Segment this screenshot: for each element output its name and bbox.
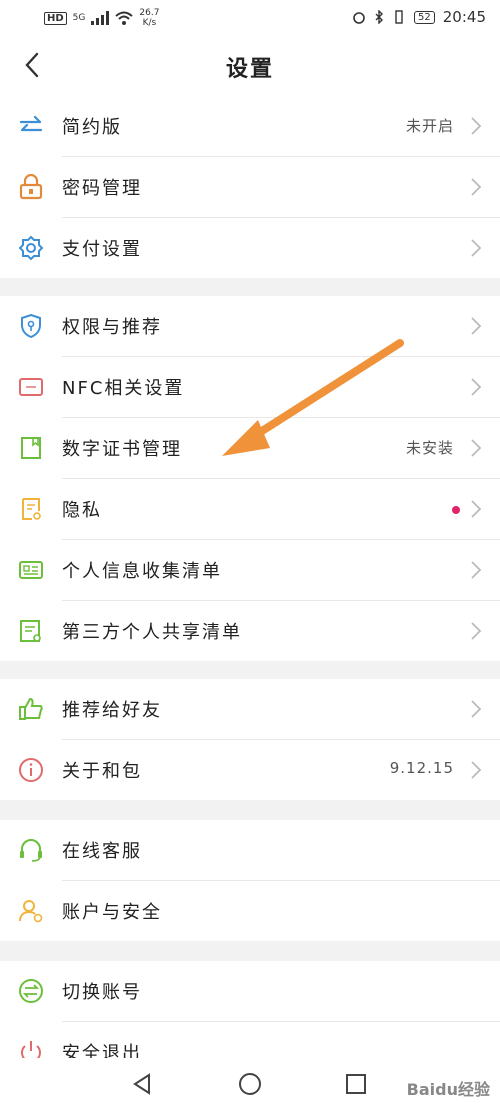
settings-group-2: 权限与推荐 NFC相关设置 数字证书管理 未安装 隐私 个人信息收集清单 第三方… <box>0 296 500 661</box>
settings-item-permissions[interactable]: 权限与推荐 <box>21 296 500 357</box>
bluetooth-icon <box>375 10 384 24</box>
gear-icon <box>18 235 44 261</box>
settings-item-privacy[interactable]: 隐私 <box>22 479 500 540</box>
chevron-right-icon <box>471 761 482 779</box>
id-card-icon <box>19 561 43 579</box>
settings-group-1: 简约版 未开启 密码管理 支付设置 <box>0 96 500 278</box>
settings-item-certificate[interactable]: 数字证书管理 未安装 <box>21 418 500 479</box>
lock-icon <box>19 174 43 200</box>
signal-icon <box>91 11 110 25</box>
net-speed: 26.7 K/s <box>139 8 160 28</box>
chevron-right-icon <box>471 317 482 335</box>
nfc-icon <box>19 378 43 396</box>
settings-item-account-security[interactable]: 账户与安全 <box>19 881 500 941</box>
chevron-right-icon <box>471 500 482 518</box>
swap-icon <box>19 979 43 1003</box>
settings-item-recommend[interactable]: 推荐给好友 <box>19 679 500 740</box>
settings-item-logout[interactable]: 安全退出 <box>21 1022 500 1058</box>
settings-item-switch-account[interactable]: 切换账号 <box>19 961 500 1022</box>
settings-group-5: 切换账号 安全退出 <box>0 961 500 1058</box>
chevron-right-icon <box>471 561 482 579</box>
status-bar: HD 5G 26.7 K/s 52 20:45 <box>0 0 500 36</box>
signal-label: 5G <box>72 13 86 23</box>
headset-icon <box>20 839 42 862</box>
settings-item-nfc[interactable]: NFC相关设置 <box>19 357 500 418</box>
alarm-icon <box>353 12 365 24</box>
chevron-right-icon <box>471 239 482 257</box>
hd-indicator: HD <box>44 11 67 25</box>
vibrate-icon <box>395 10 403 24</box>
clock: 20:45 <box>442 8 486 26</box>
settings-item-password[interactable]: 密码管理 <box>19 157 500 218</box>
chevron-right-icon <box>471 178 482 196</box>
chevron-right-icon <box>471 439 482 457</box>
page-title: 设置 <box>225 57 274 82</box>
nav-recent-icon[interactable] <box>344 1072 368 1096</box>
settings-item-simple-mode[interactable]: 简约版 未开启 <box>19 96 500 157</box>
app-header: 设置 <box>0 36 500 96</box>
chevron-right-icon <box>471 622 482 640</box>
settings-item-payment[interactable]: 支付设置 <box>18 218 500 278</box>
privacy-icon <box>22 498 41 520</box>
chevron-right-icon <box>471 117 482 135</box>
info-icon <box>19 758 43 782</box>
settings-group-4: 在线客服 账户与安全 <box>0 820 500 941</box>
shield-icon <box>21 313 41 339</box>
user-icon <box>19 900 43 923</box>
battery-level: 52 <box>414 10 435 24</box>
settings-item-personal-info-list[interactable]: 个人信息收集清单 <box>19 540 500 601</box>
certificate-icon <box>21 437 41 459</box>
chevron-right-icon <box>471 700 482 718</box>
settings-item-about[interactable]: 关于和包 9.12.15 <box>19 740 500 800</box>
switch-icon <box>19 115 43 132</box>
notification-dot <box>452 506 460 514</box>
nav-back-icon[interactable] <box>130 1072 154 1096</box>
thumbs-up-icon <box>19 697 43 720</box>
watermark: Baidu经验 <box>406 1080 490 1099</box>
power-icon <box>21 1041 41 1058</box>
settings-item-third-party-list[interactable]: 第三方个人共享清单 <box>20 601 500 661</box>
settings-group-3: 推荐给好友 关于和包 9.12.15 <box>0 679 500 800</box>
nav-home-icon[interactable] <box>238 1072 262 1096</box>
list-icon <box>20 620 41 642</box>
settings-item-customer-service[interactable]: 在线客服 <box>20 820 500 881</box>
wifi-icon <box>115 11 134 25</box>
chevron-right-icon <box>471 378 482 396</box>
